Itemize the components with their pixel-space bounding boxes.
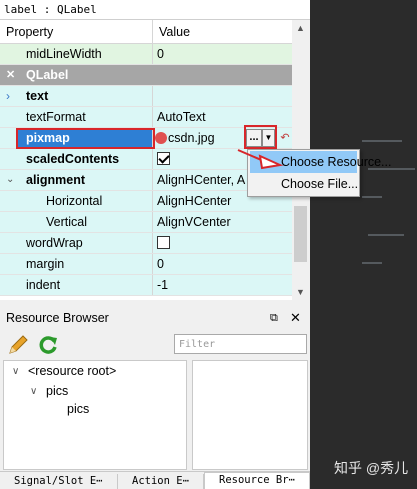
property-value[interactable]: 0 bbox=[153, 44, 292, 64]
scrollbar-thumb[interactable] bbox=[294, 206, 307, 262]
reset-icon[interactable]: ↶ bbox=[279, 129, 291, 147]
object-header: label : QLabel bbox=[0, 0, 310, 20]
editor-line bbox=[362, 262, 382, 264]
chevron-right-icon[interactable]: › bbox=[6, 86, 10, 106]
tree-item-pics-folder[interactable]: pics bbox=[46, 384, 68, 398]
property-value[interactable]: 0 bbox=[153, 254, 292, 274]
property-name: midLineWidth bbox=[26, 47, 102, 61]
property-row-text[interactable]: › text bbox=[0, 86, 292, 107]
property-name: margin bbox=[26, 257, 65, 271]
menu-item-choose-file[interactable]: Choose File... bbox=[248, 173, 359, 195]
tab-action-editor[interactable]: Action E⋯ bbox=[118, 474, 204, 489]
scroll-up-icon[interactable]: ▲ bbox=[292, 20, 309, 36]
editor-line bbox=[362, 140, 402, 142]
property-name: indent bbox=[26, 278, 61, 292]
reload-icon[interactable] bbox=[37, 334, 59, 356]
tree-item-resource-root[interactable]: <resource root> bbox=[28, 364, 116, 378]
resource-file-list[interactable] bbox=[192, 360, 308, 470]
property-grid-header: Property Value bbox=[0, 20, 292, 44]
property-row-margin[interactable]: margin 0 bbox=[0, 254, 292, 275]
annotation-box-buttons bbox=[244, 125, 277, 149]
dock-tab-bar: Signal/Slot E⋯ Action E⋯ Resource Br⋯ bbox=[0, 471, 310, 489]
property-name: textFormat bbox=[26, 110, 86, 124]
property-name: wordWrap bbox=[26, 236, 83, 250]
property-value[interactable]: AutoText bbox=[153, 107, 292, 127]
edit-resources-icon[interactable] bbox=[7, 334, 31, 356]
resource-tree: ∨ <resource root> ∨ pics pics bbox=[3, 360, 187, 470]
code-editor-background bbox=[310, 0, 417, 489]
property-name: Vertical bbox=[46, 215, 87, 229]
property-value[interactable] bbox=[153, 86, 292, 106]
property-value[interactable]: -1 bbox=[153, 275, 292, 295]
section-name: QLabel bbox=[26, 68, 69, 82]
tree-item-pics-child[interactable]: pics bbox=[67, 402, 89, 416]
chevron-down-icon[interactable]: ⌄ bbox=[6, 170, 14, 190]
close-icon[interactable]: ✕ bbox=[290, 308, 301, 328]
tab-resource-browser[interactable]: Resource Br⋯ bbox=[204, 472, 310, 489]
chevron-down-icon[interactable]: ∨ bbox=[30, 386, 37, 397]
chevron-down-icon[interactable]: ✕ bbox=[6, 65, 15, 85]
property-column-header[interactable]: Property bbox=[0, 20, 153, 43]
property-row-indent[interactable]: indent -1 bbox=[0, 275, 292, 296]
editor-line bbox=[362, 196, 382, 198]
property-value[interactable]: AlignVCenter bbox=[153, 212, 292, 232]
value-column-header[interactable]: Value bbox=[153, 20, 190, 43]
resource-browser-title: Resource Browser bbox=[6, 311, 109, 325]
property-name: Horizontal bbox=[46, 194, 103, 208]
annotation-arrow-icon bbox=[237, 149, 284, 170]
annotation-box-pixmap bbox=[16, 128, 155, 149]
section-qlabel[interactable]: ✕ QLabel bbox=[0, 65, 292, 86]
image-file-icon bbox=[155, 131, 167, 144]
pixmap-value[interactable]: csdn.jpg bbox=[168, 131, 215, 145]
float-window-icon[interactable]: ⧉ bbox=[270, 308, 278, 328]
chevron-down-icon[interactable]: ∨ bbox=[12, 366, 19, 377]
property-row-wordwrap[interactable]: wordWrap bbox=[0, 233, 292, 254]
scaled-contents-checkbox[interactable] bbox=[157, 152, 170, 166]
editor-line bbox=[368, 234, 404, 236]
property-name: alignment bbox=[26, 173, 86, 187]
property-name: text bbox=[26, 89, 49, 103]
resource-browser-titlebar: Resource Browser ⧉ ✕ bbox=[0, 308, 310, 328]
filter-input[interactable] bbox=[174, 334, 307, 354]
scroll-down-icon[interactable]: ▼ bbox=[292, 284, 309, 300]
watermark: 知乎 @秀儿 bbox=[334, 460, 409, 476]
property-name: scaledContents bbox=[26, 152, 120, 166]
word-wrap-checkbox[interactable] bbox=[157, 236, 170, 250]
property-row-pixmap[interactable]: pixmap csdn.jpg ... ▼ ↶ bbox=[0, 125, 292, 149]
property-row-vertical[interactable]: Vertical AlignVCenter bbox=[0, 212, 292, 233]
tab-signal-slot-editor[interactable]: Signal/Slot E⋯ bbox=[0, 474, 118, 489]
property-row-midlinewidth[interactable]: midLineWidth 0 bbox=[0, 44, 292, 65]
